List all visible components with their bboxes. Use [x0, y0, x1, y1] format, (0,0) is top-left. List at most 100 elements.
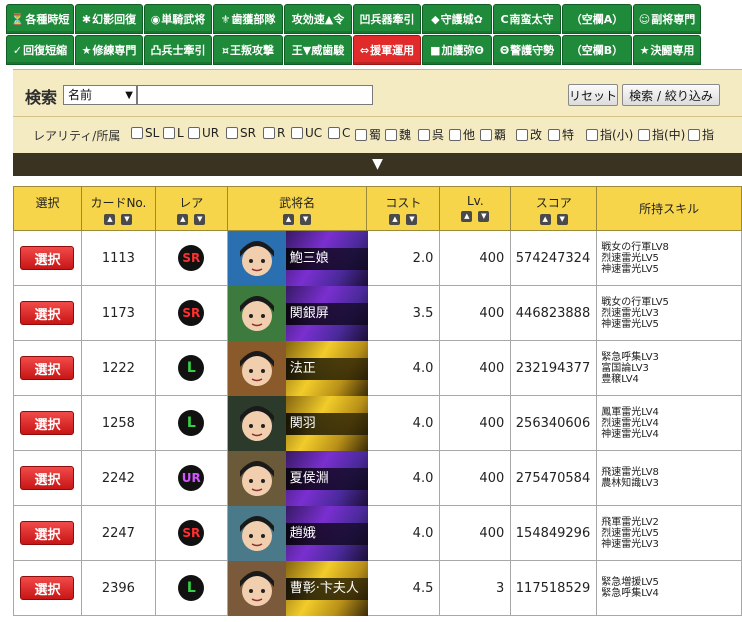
checkbox-icon[interactable]: [449, 128, 461, 141]
sort-asc-icon[interactable]: ▲: [283, 214, 295, 225]
r1-tab-9[interactable]: （空欄A）: [562, 4, 632, 34]
tab-label: 修練専門: [92, 44, 137, 57]
checkbox-icon[interactable]: [516, 128, 528, 141]
sort-asc-icon[interactable]: ▲: [104, 214, 116, 225]
filter-checkbox-14[interactable]: 指(小): [586, 126, 633, 143]
level-cell: 3: [439, 560, 512, 616]
sort-asc-icon[interactable]: ▲: [461, 211, 473, 222]
checkbox-icon[interactable]: [638, 128, 650, 141]
r2-tab-6[interactable]: ⇔ 援軍運用: [353, 35, 421, 65]
reset-button[interactable]: リセット: [568, 84, 618, 106]
filter-checkbox-12[interactable]: 改: [516, 126, 542, 143]
checkbox-icon[interactable]: [188, 127, 200, 139]
filter-checkbox-9[interactable]: 呉: [418, 126, 444, 143]
filter-checkbox-5[interactable]: UC: [291, 126, 322, 140]
sort-desc-icon[interactable]: ▼: [556, 214, 568, 225]
search-button[interactable]: 検索 / 絞り込み: [622, 84, 720, 106]
tab-label: 単騎武将: [161, 13, 206, 26]
select-button[interactable]: 選択: [20, 356, 75, 380]
general-name: 曹彰·卞夫人: [285, 578, 368, 600]
filter-checkbox-4[interactable]: R: [263, 126, 285, 140]
filter-checkbox-10[interactable]: 他: [449, 126, 475, 143]
header-cost: コスト ▲ ▼: [366, 186, 441, 231]
select-button[interactable]: 選択: [20, 301, 75, 325]
checkbox-icon[interactable]: [586, 128, 598, 141]
r1-tab-4[interactable]: ⚜ 歯獲部隊: [213, 4, 283, 34]
skills-cell: 飛速雷光LV8 農林知識LV3: [596, 450, 742, 506]
checkbox-icon[interactable]: [226, 127, 238, 139]
select-button[interactable]: 選択: [20, 411, 75, 435]
skill-item: 烈速雷光LV5: [601, 252, 659, 264]
filter-checkbox-8[interactable]: 魏: [385, 126, 411, 143]
r2-tab-1[interactable]: ✓ 回復短縮: [6, 35, 74, 65]
checkbox-icon[interactable]: [418, 128, 430, 141]
filter-checkbox-16[interactable]: 指: [688, 126, 714, 143]
filter-checkbox-13[interactable]: 特: [548, 126, 574, 143]
r1-tab-10[interactable]: ☺ 副将専門: [633, 4, 701, 34]
level-cell: 400: [439, 230, 512, 286]
expand-toggle[interactable]: ▼: [13, 153, 742, 176]
select-button[interactable]: 選択: [20, 246, 75, 270]
tab-bar: ⏳ 各種時短 ✱ 幻影回復 ◉ 単騎武将 ⚜ 歯獲部隊 攻効速▲令 凹兵器牽引 ◆ 守護城✿ C 南蛮太守…: [0, 0, 742, 66]
r2-tab-8[interactable]: Θ 警護守勢: [493, 35, 561, 65]
filter-checkbox-7[interactable]: 蜀: [355, 126, 381, 143]
checkbox-icon[interactable]: [131, 127, 143, 139]
score-cell: 574247324: [510, 230, 598, 286]
card-table: 選択 カードNo. ▲ ▼ レア ▲ ▼ 武将名 ▲ ▼ コスト ▲ ▼ Lv. ▲ ▼ …: [13, 186, 742, 616]
checkbox-icon[interactable]: [163, 127, 175, 139]
r1-tab-8[interactable]: C 南蛮太守: [493, 4, 561, 34]
filter-checkbox-2[interactable]: UR: [188, 126, 219, 140]
tab-icon: ⚜: [220, 12, 231, 26]
sort-asc-icon[interactable]: ▲: [389, 214, 401, 225]
filter-checkbox-6[interactable]: C: [328, 126, 350, 140]
r2-tab-3[interactable]: 凸兵士牽引: [144, 35, 212, 65]
skill-item: 緊急呼集LV3: [601, 351, 659, 363]
r1-tab-2[interactable]: ✱ 幻影回復: [75, 4, 143, 34]
filter-checkbox-3[interactable]: SR: [226, 126, 256, 140]
tab-label: （空欄B）: [570, 44, 624, 57]
sort-asc-icon[interactable]: ▲: [539, 214, 551, 225]
r2-tab-9[interactable]: （空欄B）: [562, 35, 632, 65]
checkbox-icon[interactable]: [688, 128, 700, 141]
checkbox-icon[interactable]: [385, 128, 397, 141]
checkbox-icon[interactable]: [355, 128, 367, 141]
search-input[interactable]: [137, 85, 373, 105]
r2-tab-7[interactable]: ■ 加護弥Θ: [422, 35, 492, 65]
tab-icon: ◆: [431, 12, 440, 26]
r1-tab-1[interactable]: ⏳ 各種時短: [6, 4, 74, 34]
r1-tab-3[interactable]: ◉ 単騎武将: [144, 4, 212, 34]
select-button[interactable]: 選択: [20, 576, 75, 600]
filter-checkbox-1[interactable]: L: [163, 126, 184, 140]
r2-tab-2[interactable]: ★ 修練専門: [75, 35, 143, 65]
filter-checkbox-0[interactable]: SL: [131, 126, 159, 140]
sort-desc-icon[interactable]: ▼: [406, 214, 418, 225]
checkbox-icon[interactable]: [328, 127, 340, 139]
r1-tab-7[interactable]: ◆ 守護城✿: [422, 4, 492, 34]
sort-desc-icon[interactable]: ▼: [300, 214, 312, 225]
r2-tab-4[interactable]: ¤ 王叛攻撃: [213, 35, 283, 65]
sort-desc-icon[interactable]: ▼: [478, 211, 490, 222]
checkbox-icon[interactable]: [263, 127, 275, 139]
sort-desc-icon[interactable]: ▼: [194, 214, 206, 225]
score-cell: 154849296: [510, 505, 598, 561]
header-rarity: レア ▲ ▼: [154, 186, 228, 231]
select-button[interactable]: 選択: [20, 521, 75, 545]
r1-tab-6[interactable]: 凹兵器牽引: [353, 4, 421, 34]
filter-option-label: SL: [145, 126, 160, 140]
card-no-cell: 2247: [80, 505, 156, 561]
checkbox-icon[interactable]: [291, 127, 303, 139]
sort-desc-icon[interactable]: ▼: [121, 214, 133, 225]
r2-tab-10[interactable]: ★ 決闘専用: [633, 35, 701, 65]
r2-tab-5[interactable]: 王▼威歯駿: [284, 35, 352, 65]
filter-checkbox-11[interactable]: 覇: [480, 126, 506, 143]
select-button[interactable]: 選択: [20, 466, 75, 490]
search-field-select[interactable]: 名前 ▼: [63, 85, 137, 105]
r1-tab-5[interactable]: 攻効速▲令: [284, 4, 352, 34]
checkbox-icon[interactable]: [480, 128, 492, 141]
select-cell: 選択: [13, 505, 82, 561]
skills-cell: 戦女の行軍LV8 烈速雷光LV5 神速雷光LV5: [596, 230, 742, 286]
sort-asc-icon[interactable]: ▲: [177, 214, 189, 225]
filter-checkbox-15[interactable]: 指(中): [638, 126, 685, 143]
checkbox-icon[interactable]: [548, 128, 560, 141]
select-cell: 選択: [13, 450, 82, 506]
